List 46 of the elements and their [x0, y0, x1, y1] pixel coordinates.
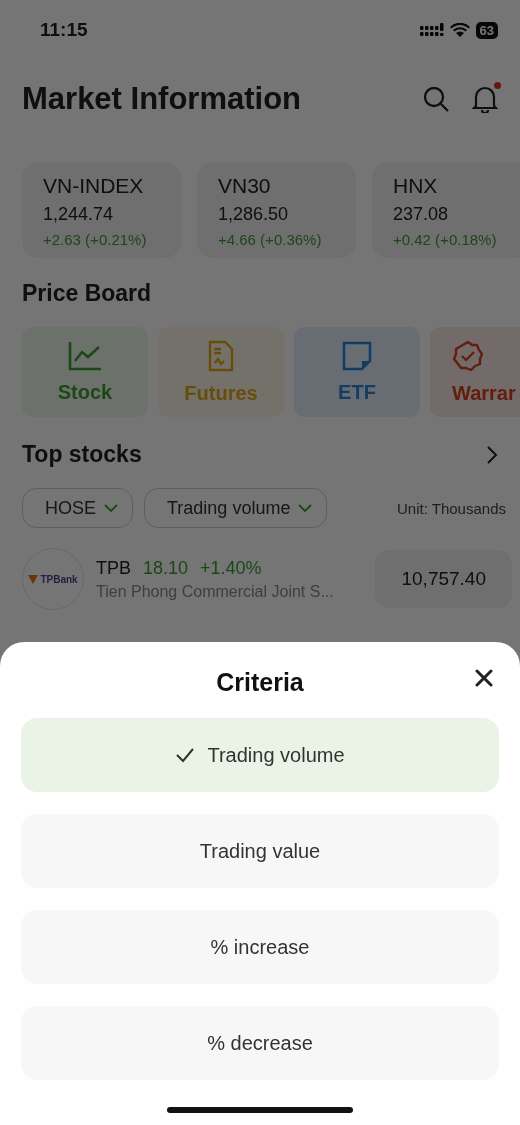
- sheet-title: Criteria: [216, 667, 304, 697]
- section-title: Top stocks: [22, 441, 142, 468]
- notification-dot: [494, 82, 501, 89]
- section-title: Price Board: [22, 280, 153, 307]
- index-card[interactable]: HNX 237.08 +0.42 (+0.18%): [372, 162, 520, 258]
- chevron-down-icon: [104, 503, 118, 513]
- stock-symbol: TPB: [96, 557, 131, 579]
- search-icon[interactable]: [422, 85, 450, 113]
- index-change: +2.63 (+0.21%): [43, 231, 148, 248]
- check-badge-icon: [452, 339, 484, 372]
- criteria-option[interactable]: Trading volume: [21, 718, 499, 792]
- chevron-right-icon[interactable]: [486, 444, 498, 465]
- stock-change: +1.40%: [200, 557, 262, 579]
- stock-price: 18.10: [143, 557, 189, 579]
- criteria-option[interactable]: % increase: [21, 910, 499, 984]
- index-change: +0.42 (+0.18%): [393, 231, 498, 248]
- unit-label: Unit: Thousands: [397, 499, 506, 517]
- filter-dropdown[interactable]: Trading volume: [144, 488, 328, 528]
- document-icon: [208, 339, 234, 372]
- index-name: HNX: [393, 174, 439, 198]
- index-value: 237.08: [393, 204, 450, 225]
- battery-level: 63: [475, 21, 498, 39]
- board-tile[interactable]: ETF: [294, 327, 420, 417]
- index-change: +4.66 (+0.36%): [218, 231, 323, 248]
- wifi-icon: [449, 22, 470, 38]
- line-chart-icon: [68, 340, 102, 371]
- index-value: 1,286.50: [218, 204, 290, 225]
- filter-dropdown[interactable]: HOSE: [22, 488, 133, 528]
- criteria-option[interactable]: % decrease: [21, 1006, 499, 1080]
- signal-icon: [419, 23, 444, 37]
- notification-bell-icon[interactable]: [472, 85, 498, 113]
- index-value: 1,244.74: [43, 204, 115, 225]
- volume-value: 10,757.40: [375, 550, 512, 608]
- criteria-option[interactable]: Trading value: [21, 814, 499, 888]
- index-card[interactable]: VN-INDEX 1,244.74 +2.63 (+0.21%): [22, 162, 181, 258]
- note-icon: [342, 340, 372, 371]
- page-title: Market Information: [22, 81, 302, 117]
- chevron-down-icon: [298, 503, 313, 513]
- checkmark-icon: [175, 747, 196, 763]
- index-card[interactable]: VN30 1,286.50 +4.66 (+0.36%): [197, 162, 356, 258]
- close-button[interactable]: [475, 669, 493, 687]
- board-tile[interactable]: Stock: [22, 327, 148, 417]
- board-tile[interactable]: Warrar: [430, 327, 520, 417]
- status-time: 11:15: [40, 19, 88, 41]
- index-name: VN30: [218, 174, 272, 198]
- index-name: VN-INDEX: [43, 174, 145, 198]
